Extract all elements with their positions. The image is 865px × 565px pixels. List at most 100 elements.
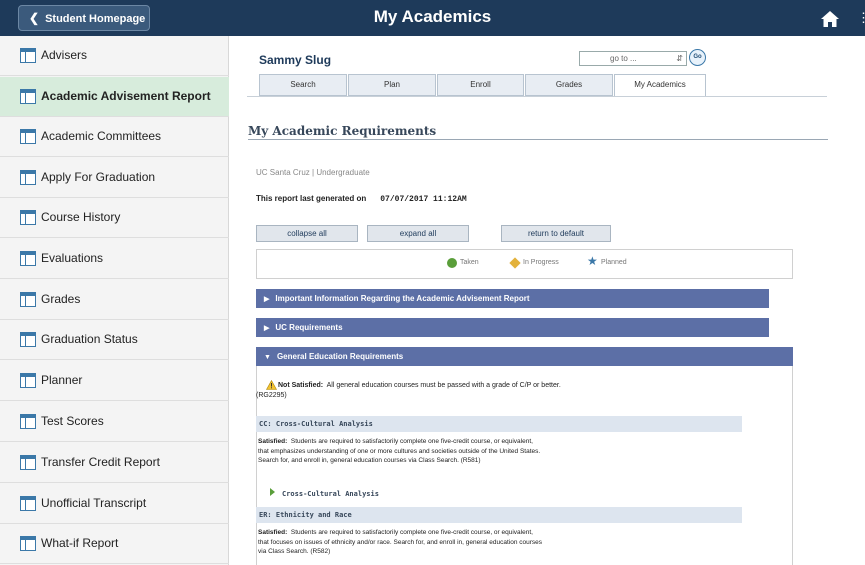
status-label: Not Satisfied:	[278, 382, 324, 389]
er-status: Satisfied:	[258, 529, 288, 536]
table-icon	[20, 373, 36, 388]
top-bar: ❮ Student Homepage My Academics ⋮	[0, 0, 865, 36]
sidebar-item-label: Grades	[41, 292, 81, 306]
sidebar-item-course-history[interactable]: Course History	[0, 198, 229, 238]
sidebar-item-label: Academic Committees	[41, 129, 162, 143]
generated-info: This report last generated on 07/07/2017 …	[256, 194, 467, 204]
sidebar-item-grades[interactable]: Grades	[0, 280, 229, 320]
sidebar-item-label: Unofficial Transcript	[41, 496, 147, 510]
sidebar-item-unofficial-transcript[interactable]: Unofficial Transcript	[0, 484, 229, 524]
sidebar-item-graduation-status[interactable]: Graduation Status	[0, 320, 229, 360]
sidebar-item-what-if-report[interactable]: What-if Report	[0, 524, 229, 564]
table-icon	[20, 455, 36, 470]
select-arrows-icon: ⇵	[676, 54, 683, 63]
generated-date: 07/07/2017 11:12AM	[380, 195, 467, 204]
warning-icon	[266, 380, 277, 390]
tab-search[interactable]: Search	[259, 74, 347, 96]
subsection-cross-cultural: CC: Cross-Cultural Analysis	[256, 416, 742, 432]
sidebar-item-label: Academic Advisement Report	[41, 89, 211, 103]
subsection-ethnicity-race: ER: Ethnicity and Race	[256, 507, 742, 523]
section-general-education[interactable]: ▼ General Education Requirements	[256, 347, 793, 366]
er-line-3: via Class Search. (R582)	[258, 548, 331, 555]
sidebar-item-advisers[interactable]: Advisers	[0, 36, 229, 76]
expand-triangle-icon: ▶	[264, 296, 270, 303]
tab-enroll[interactable]: Enroll	[437, 74, 524, 96]
tab-my-academics[interactable]: My Academics	[614, 74, 706, 96]
sidebar-item-academic-advisement-report[interactable]: Academic Advisement Report	[0, 77, 229, 117]
sidebar-item-label: Apply For Graduation	[41, 170, 156, 184]
career-label: UC Santa Cruz | Undergraduate	[256, 168, 370, 177]
tab-grades[interactable]: Grades	[525, 74, 613, 96]
table-icon	[20, 89, 36, 104]
legend-taken: Taken	[460, 259, 479, 266]
status-description: All general education courses must be pa…	[326, 382, 561, 389]
expand-all-button[interactable]: expand all	[367, 225, 469, 242]
student-name: Sammy Slug	[259, 53, 332, 67]
main-content: Sammy Slug go to ... ⇵ Go Search Plan En…	[229, 36, 865, 565]
er-line-1: Students are required to satisfactorily …	[290, 529, 533, 536]
collapse-triangle-icon: ▼	[264, 354, 271, 361]
cc-line-3: Search for, and enroll in, general educa…	[258, 457, 481, 464]
not-satisfied-text: Not Satisfied: All general education cou…	[278, 382, 561, 389]
sidebar-item-label: Graduation Status	[41, 332, 138, 346]
legend-in-progress: In Progress	[523, 259, 559, 266]
section-label: General Education Requirements	[276, 352, 404, 361]
cc-status: Satisfied:	[258, 438, 288, 445]
table-icon	[20, 536, 36, 551]
go-button[interactable]: Go	[689, 49, 706, 66]
section-title: My Academic Requirements	[248, 124, 437, 138]
expand-arrow-icon	[270, 488, 275, 496]
table-icon	[20, 48, 36, 63]
sidebar-item-label: Course History	[41, 210, 121, 224]
in-progress-diamond-icon	[509, 257, 521, 269]
table-icon	[20, 332, 36, 347]
table-icon	[20, 170, 36, 185]
goto-select[interactable]: go to ... ⇵	[579, 51, 687, 66]
sidebar: Advisers Academic Advisement Report Acad…	[0, 36, 229, 565]
cc-line-1: Students are required to satisfactorily …	[290, 438, 533, 445]
tab-bar: Search Plan Enroll Grades My Academics	[259, 74, 707, 96]
sidebar-item-evaluations[interactable]: Evaluations	[0, 239, 229, 279]
goto-select-value: go to ...	[610, 54, 637, 63]
collapse-all-button[interactable]: collapse all	[256, 225, 358, 242]
er-description: Satisfied: Students are required to sati…	[258, 528, 738, 557]
table-icon	[20, 129, 36, 144]
sidebar-item-label: Planner	[41, 373, 83, 387]
cc-line-2: that emphasizes understanding of one or …	[258, 447, 541, 455]
sidebar-item-test-scores[interactable]: Test Scores	[0, 402, 229, 442]
sidebar-item-label: What-if Report	[41, 536, 119, 550]
sidebar-item-apply-for-graduation[interactable]: Apply For Graduation	[0, 158, 229, 198]
tab-plan[interactable]: Plan	[348, 74, 436, 96]
page-title: My Academics	[373, 7, 492, 26]
sidebar-item-label: Test Scores	[41, 414, 104, 428]
sidebar-item-label: Transfer Credit Report	[41, 455, 160, 469]
table-icon	[20, 210, 36, 225]
tabs-divider	[247, 96, 827, 97]
sidebar-item-planner[interactable]: Planner	[0, 361, 229, 401]
section-important-information[interactable]: ▶ Important Information Regarding the Aca…	[256, 289, 769, 308]
table-icon	[20, 414, 36, 429]
er-line-2: that focuses on issues of ethnicity and/…	[258, 538, 543, 546]
table-icon	[20, 496, 36, 511]
sidebar-item-academic-committees[interactable]: Academic Committees	[0, 117, 229, 157]
requirement-code: (RG2295)	[256, 392, 287, 399]
legend-planned: Planned	[601, 259, 627, 266]
expand-triangle-icon: ▶	[264, 325, 270, 332]
title-divider	[248, 139, 828, 140]
legend: Taken In Progress ★ Planned	[256, 249, 793, 279]
table-icon	[20, 292, 36, 307]
section-uc-requirements[interactable]: ▶ UC Requirements	[256, 318, 769, 337]
return-to-default-button[interactable]: return to default	[501, 225, 611, 242]
sidebar-item-label: Evaluations	[41, 251, 104, 265]
section-label: UC Requirements	[275, 323, 343, 332]
taken-check-icon	[447, 258, 457, 268]
sidebar-item-label: Advisers	[41, 48, 88, 62]
generated-label: This report last generated on	[256, 194, 367, 203]
section-label: Important Information Regarding the Acad…	[275, 294, 530, 303]
home-icon[interactable]	[820, 9, 840, 29]
cross-cultural-course-link[interactable]: Cross-Cultural Analysis	[282, 490, 379, 498]
sidebar-item-transfer-credit-report[interactable]: Transfer Credit Report	[0, 443, 229, 483]
more-icon[interactable]: ⋮	[857, 10, 865, 26]
planned-star-icon: ★	[587, 254, 598, 268]
cc-description: Satisfied: Students are required to sati…	[258, 437, 738, 466]
